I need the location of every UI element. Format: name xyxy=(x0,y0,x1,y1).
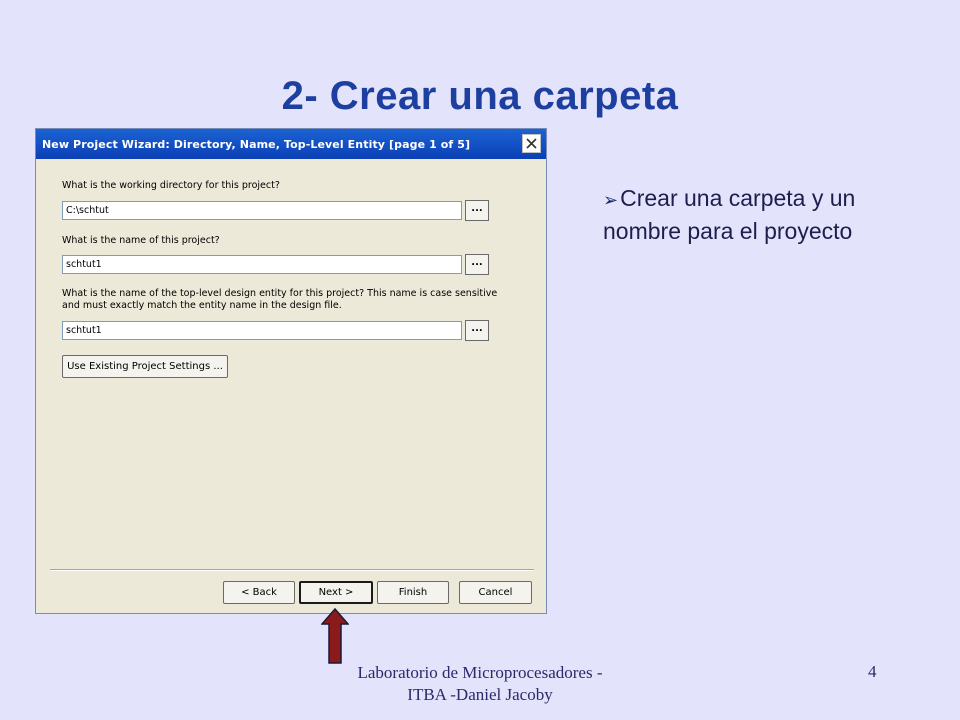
footer-line1: Laboratorio de Microprocesadores - xyxy=(357,663,603,682)
bullet-arrow-icon: ➢ xyxy=(603,190,619,210)
close-icon xyxy=(526,138,537,149)
bullet-text: Crear una carpeta y un nombre para el pr… xyxy=(603,185,856,244)
next-button[interactable]: Next > xyxy=(299,581,373,604)
close-button[interactable] xyxy=(522,134,541,153)
back-button[interactable]: < Back xyxy=(223,581,295,604)
dialog-titlebar[interactable]: New Project Wizard: Directory, Name, Top… xyxy=(36,129,546,159)
dialog-window: New Project Wizard: Directory, Name, Top… xyxy=(35,128,547,614)
project-name-browse-button[interactable]: ... xyxy=(465,254,489,275)
cancel-button[interactable]: Cancel xyxy=(459,581,532,604)
pointer-arrow-icon xyxy=(321,608,349,664)
slide-title: 2- Crear una carpeta xyxy=(281,74,679,118)
project-name-input[interactable]: schtut1 xyxy=(62,255,462,274)
top-level-entity-label: What is the name of the top-level design… xyxy=(62,288,497,312)
footer-line2: ITBA -Daniel Jacoby xyxy=(407,685,553,704)
page-number: 4 xyxy=(868,662,877,681)
use-existing-settings-button[interactable]: Use Existing Project Settings ... xyxy=(62,355,228,378)
top-level-entity-browse-button[interactable]: ... xyxy=(465,320,489,341)
top-level-entity-label-line2: and must exactly match the entity name i… xyxy=(62,300,342,311)
top-level-entity-input[interactable]: schtut1 xyxy=(62,321,462,340)
project-name-label: What is the name of this project? xyxy=(62,235,220,246)
finish-button[interactable]: Finish xyxy=(377,581,449,604)
working-directory-browse-button[interactable]: ... xyxy=(465,200,489,221)
top-level-entity-label-line1: What is the name of the top-level design… xyxy=(62,288,498,299)
bullet-point: ➢Crear una carpeta y un nombre para el p… xyxy=(603,183,933,247)
footer: Laboratorio de Microprocesadores - ITBA … xyxy=(320,662,640,706)
dialog-title: New Project Wizard: Directory, Name, Top… xyxy=(42,137,471,151)
working-directory-label: What is the working directory for this p… xyxy=(62,180,280,191)
separator xyxy=(50,569,534,571)
working-directory-input[interactable]: C:\schtut xyxy=(62,201,462,220)
